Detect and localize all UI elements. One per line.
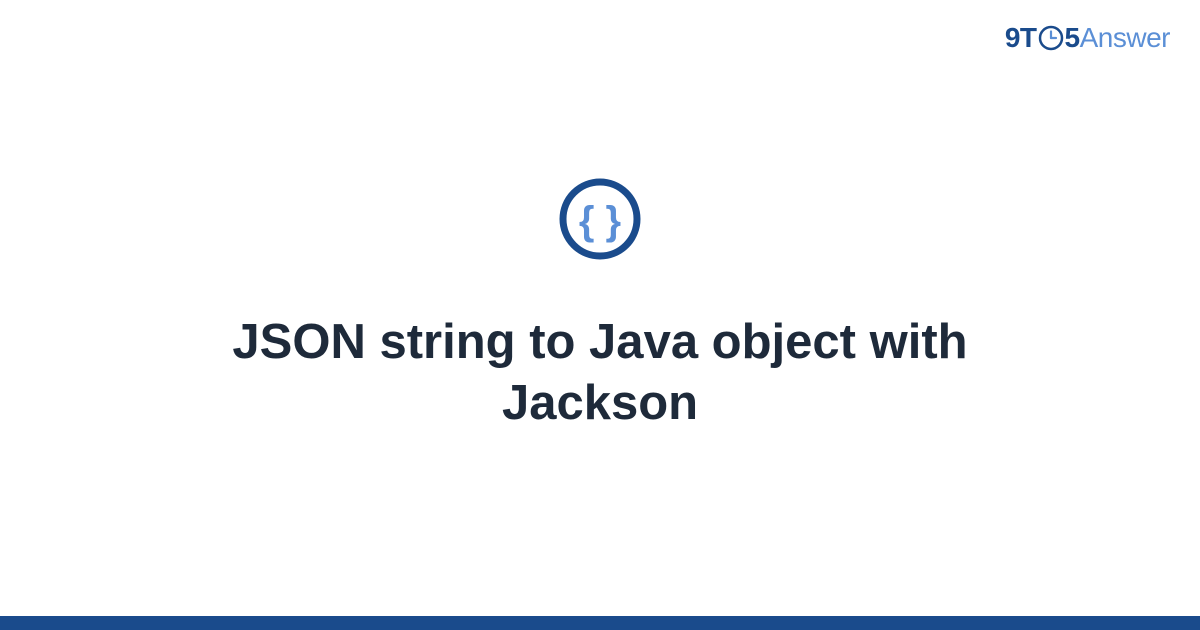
main-content: { } JSON string to Java object with Jack… [0, 0, 1200, 630]
page-title: JSON string to Java object with Jackson [150, 312, 1050, 435]
footer-accent-bar [0, 616, 1200, 630]
json-braces-icon: { } [557, 176, 643, 267]
svg-text:{ }: { } [579, 199, 621, 243]
